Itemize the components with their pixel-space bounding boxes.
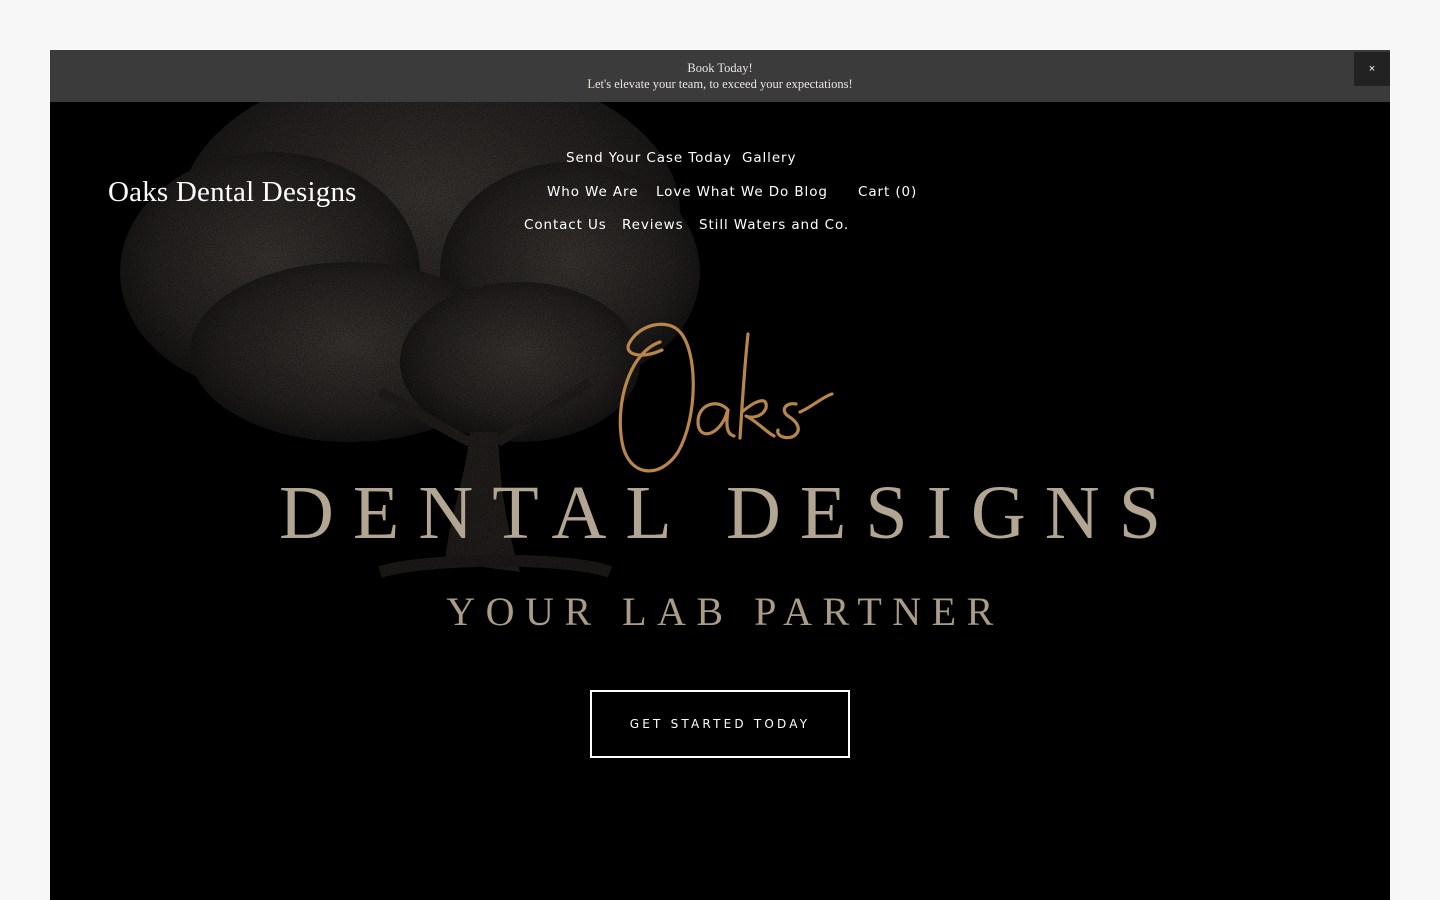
site-title[interactable]: Oaks Dental Designs xyxy=(108,176,357,209)
close-icon[interactable]: × xyxy=(1354,52,1390,86)
nav-row: Send Your Case Today Gallery xyxy=(490,150,950,170)
nav-send-case[interactable]: Send Your Case Today xyxy=(566,150,732,166)
announcement-title: Book Today! xyxy=(687,61,753,75)
nav-who-we-are[interactable]: Who We Are xyxy=(547,184,638,200)
nav-blog[interactable]: Love What We Do Blog xyxy=(656,184,828,200)
announcement-bar: Book Today! Let's elevate your team, to … xyxy=(50,50,1390,102)
nav-row: Who We Are Love What We Do Blog Cart (0) xyxy=(490,184,950,204)
logo-tagline: YOUR LAB PARTNER xyxy=(446,589,1004,634)
nav-still-waters[interactable]: Still Waters and Co. xyxy=(699,217,849,233)
nav-row: Contact Us Reviews Still Waters and Co. xyxy=(490,217,950,237)
nav-reviews[interactable]: Reviews xyxy=(622,217,684,233)
logo-script-oaks xyxy=(618,322,834,473)
get-started-button[interactable]: GET STARTED TODAY xyxy=(590,690,850,758)
logo-wordmark: DENTAL DESIGNS xyxy=(279,471,1180,555)
nav-gallery[interactable]: Gallery xyxy=(742,150,796,166)
nav-cart[interactable]: Cart (0) xyxy=(858,184,917,200)
nav-contact[interactable]: Contact Us xyxy=(524,217,607,233)
page-frame: Book Today! Let's elevate your team, to … xyxy=(50,50,1390,900)
announcement-message: Let's elevate your team, to exceed your … xyxy=(587,77,853,91)
